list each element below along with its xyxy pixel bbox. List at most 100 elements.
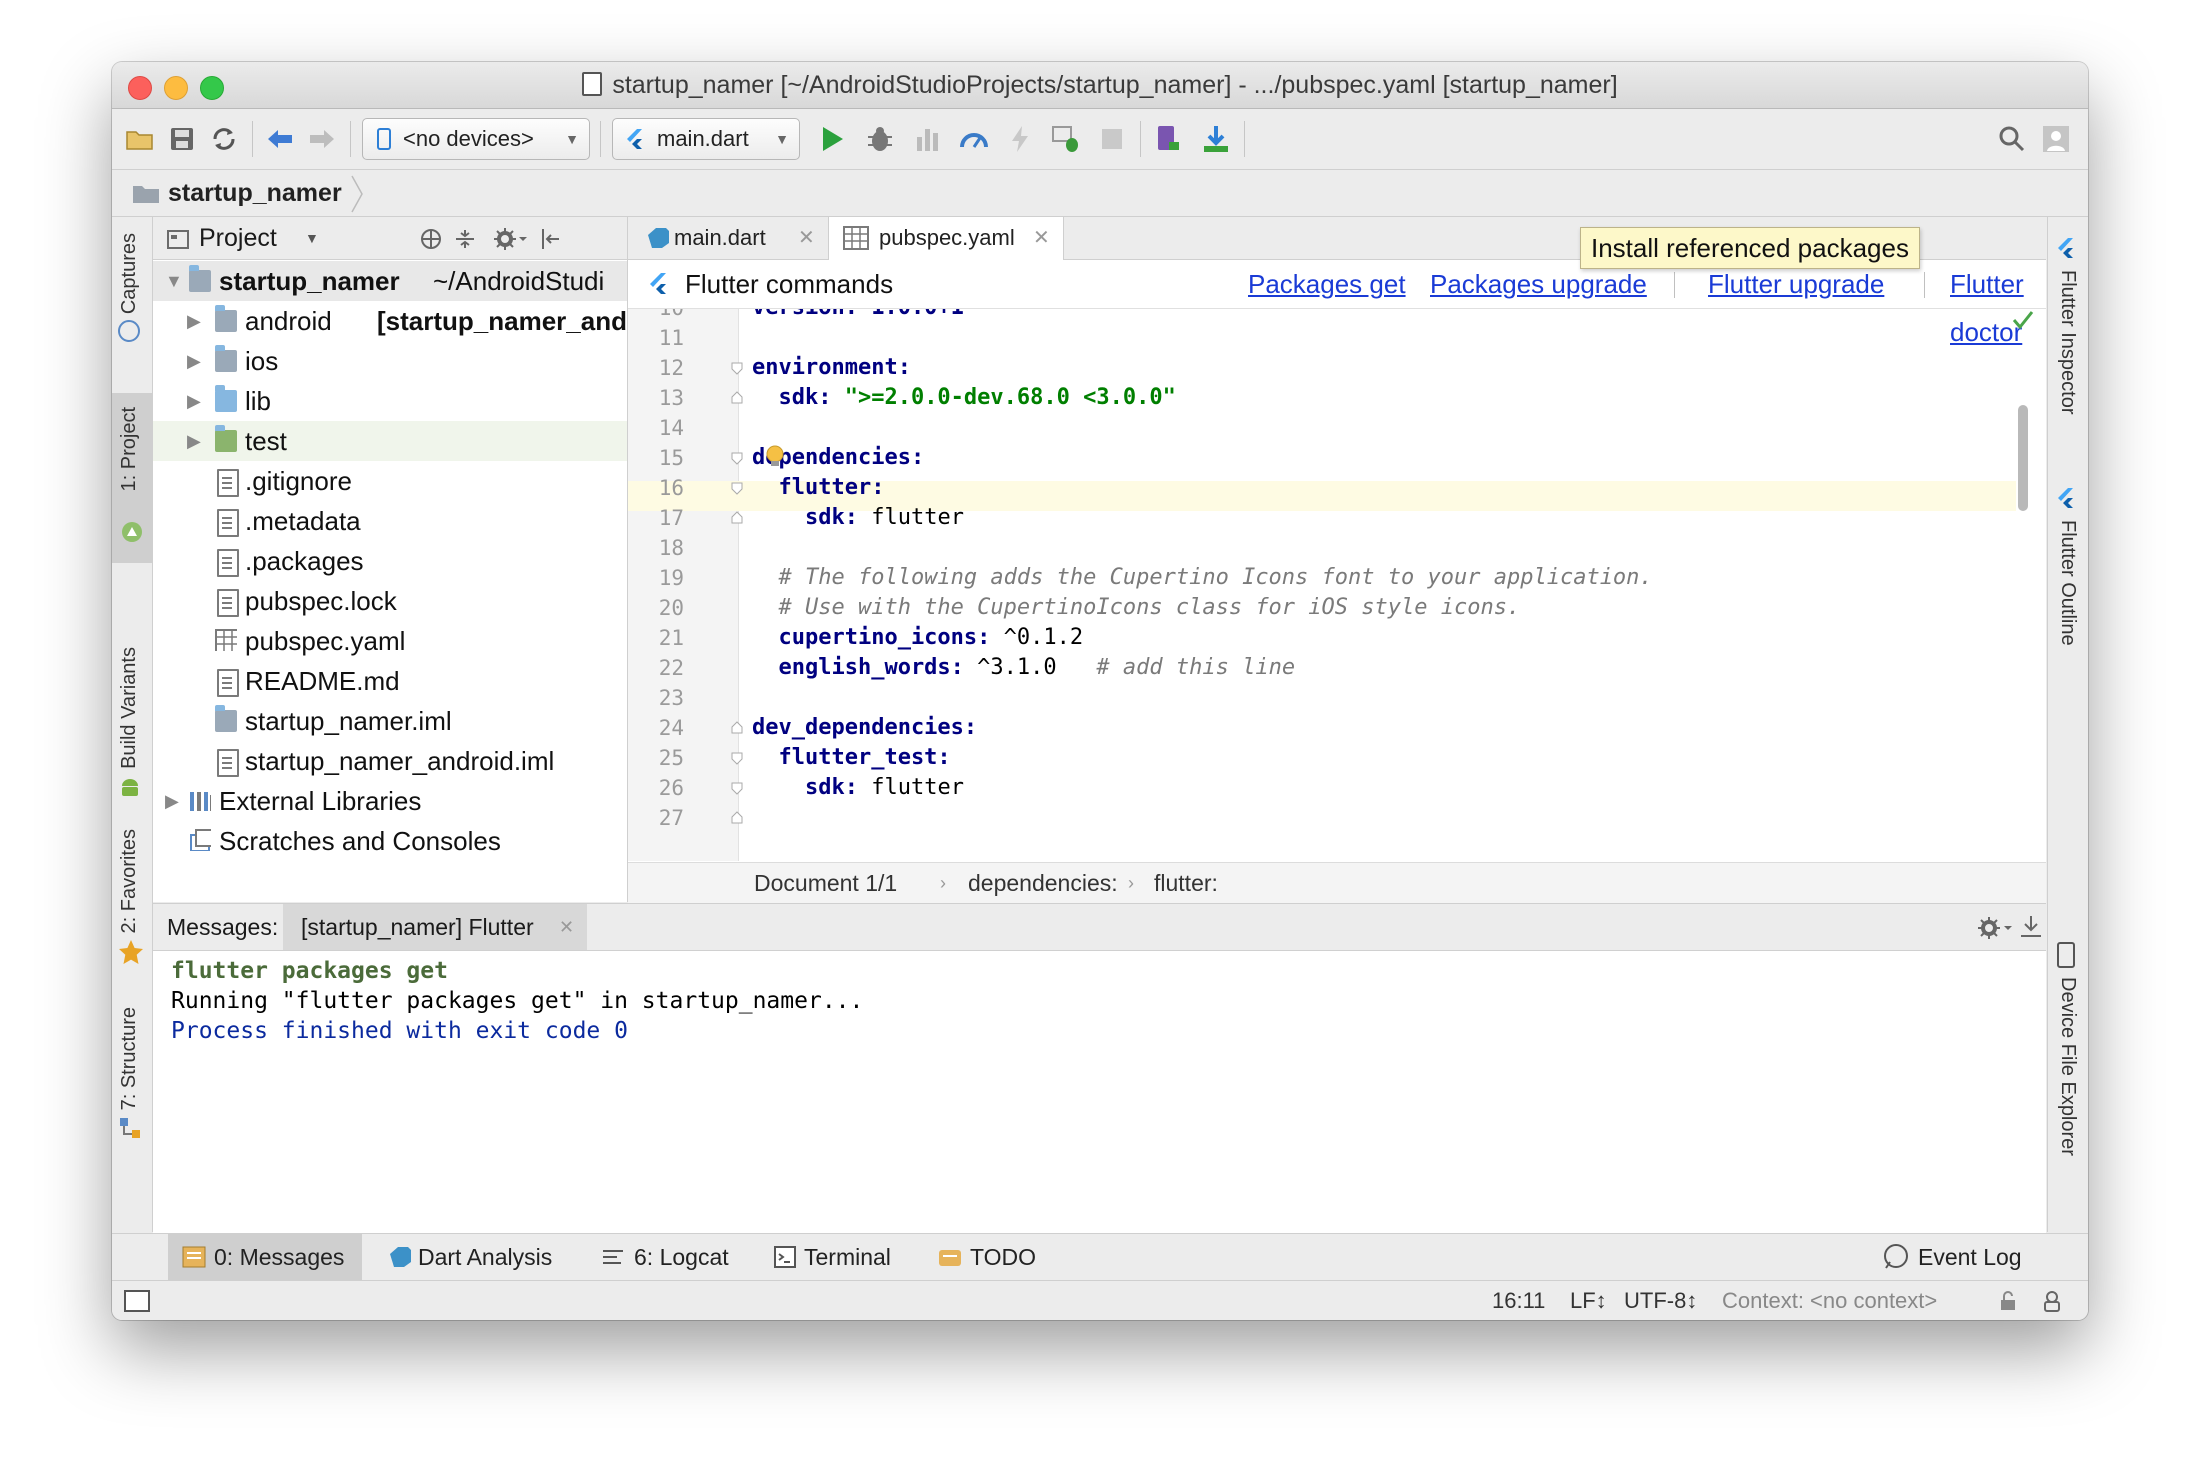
fold-icon[interactable] xyxy=(730,751,744,765)
attach-debugger-button[interactable] xyxy=(1046,119,1086,159)
hot-reload-button[interactable] xyxy=(1000,119,1040,159)
messages-tab[interactable]: [startup_namer] Flutter ✕ xyxy=(283,904,587,950)
tree-item-android-iml[interactable]: startup_namer_android.iml xyxy=(153,741,627,781)
encoding-select[interactable]: UTF-8↕ xyxy=(1624,1281,1697,1320)
collapse-all-icon[interactable] xyxy=(453,227,477,251)
source-folder-icon xyxy=(215,385,237,412)
avd-manager-button[interactable] xyxy=(1148,119,1188,159)
close-tab-icon[interactable]: ✕ xyxy=(559,904,574,950)
stop-button[interactable] xyxy=(1092,119,1132,159)
toggle-tool-windows-icon[interactable] xyxy=(124,1290,150,1312)
breadcrumb-project[interactable]: startup_namer xyxy=(168,170,342,216)
breadcrumb-document[interactable]: Document 1/1 xyxy=(754,863,897,903)
tree-item-pubspec-lock[interactable]: pubspec.lock xyxy=(153,581,627,621)
lightbulb-icon[interactable] xyxy=(764,445,786,469)
terminal-tool-tab[interactable]: Terminal xyxy=(774,1234,914,1280)
collapsed-arrow-icon[interactable]: ▶ xyxy=(187,341,201,381)
build-variants-tab[interactable]: Build Variants xyxy=(118,647,142,804)
device-file-explorer-tab[interactable]: Device File Explorer xyxy=(2056,942,2079,1156)
tree-item-startup-namer-iml[interactable]: startup_namer.iml xyxy=(153,701,627,741)
folder-icon xyxy=(215,345,237,372)
fold-end-icon[interactable] xyxy=(730,511,744,525)
sdk-manager-button[interactable] xyxy=(1196,119,1236,159)
fold-icon[interactable] xyxy=(730,361,744,375)
device-select[interactable]: <no devices> ▼ xyxy=(362,118,590,160)
hide-panel-icon[interactable] xyxy=(539,227,563,251)
profile-button[interactable] xyxy=(908,119,948,159)
collapsed-arrow-icon[interactable]: ▶ xyxy=(187,381,201,421)
library-icon xyxy=(190,792,211,811)
forward-button[interactable] xyxy=(302,119,342,159)
structure-tab[interactable]: 7: Structure xyxy=(118,1007,142,1145)
tree-item-gitignore[interactable]: .gitignore xyxy=(153,461,627,501)
bug-icon xyxy=(868,127,892,151)
project-view-select[interactable]: Project xyxy=(199,217,277,259)
flutter-doctor-link[interactable]: Flutter doctor xyxy=(1950,260,2046,347)
fold-icon[interactable] xyxy=(730,451,744,465)
captures-tab[interactable]: Captures xyxy=(118,233,141,343)
breadcrumb-dependencies[interactable]: dependencies: xyxy=(968,863,1118,903)
breadcrumb-flutter[interactable]: flutter: xyxy=(1154,863,1218,903)
account-button[interactable] xyxy=(2036,119,2076,159)
project-tab[interactable]: 1: Project xyxy=(112,393,152,563)
sync-button[interactable] xyxy=(204,119,244,159)
tree-item-ios[interactable]: ▶ ios xyxy=(153,341,627,381)
lock-icon[interactable] xyxy=(1998,1291,2018,1311)
flutter-outline-tab[interactable]: Flutter Outline xyxy=(2056,487,2079,646)
tree-item-lib[interactable]: ▶ lib xyxy=(153,381,627,421)
code-line-19: # The following adds the Cupertino Icons… xyxy=(752,563,1652,593)
collapsed-arrow-icon[interactable]: ▶ xyxy=(187,421,201,461)
tab-pubspec-yaml[interactable]: pubspec.yaml ✕ xyxy=(828,217,1064,260)
run-config-select[interactable]: main.dart ▼ xyxy=(612,118,800,160)
tree-item-scratches[interactable]: Scratches and Consoles xyxy=(153,821,627,861)
hide-panel-icon[interactable] xyxy=(2019,914,2043,940)
favorites-tab[interactable]: 2: Favorites xyxy=(118,829,144,970)
line-separator-select[interactable]: LF↕ xyxy=(1570,1281,1607,1320)
close-tab-icon[interactable]: ✕ xyxy=(1033,217,1050,259)
tab-main-dart[interactable]: main.dart ✕ xyxy=(634,217,824,259)
todo-tool-tab[interactable]: TODO xyxy=(938,1234,1048,1280)
collapsed-arrow-icon[interactable]: ▶ xyxy=(165,781,179,821)
caret-position[interactable]: 16:11 xyxy=(1492,1281,1545,1320)
fold-icon[interactable] xyxy=(730,481,744,495)
tree-item-pubspec-yaml[interactable]: pubspec.yaml xyxy=(153,621,627,661)
packages-get-link[interactable]: Packages get xyxy=(1248,260,1406,308)
inspector-hector-icon[interactable] xyxy=(2040,1289,2064,1313)
performance-button[interactable] xyxy=(954,119,994,159)
dart-analysis-tool-tab[interactable]: Dart Analysis xyxy=(388,1234,562,1280)
code-editor[interactable]: 10 11 12 13 14 15 16 17 18 19 20 21 22 2… xyxy=(628,309,2046,861)
event-log-tool-tab[interactable]: Event Log xyxy=(1882,1234,2042,1280)
tree-root[interactable]: ▼ startup_namer ~/AndroidStudi xyxy=(153,261,627,301)
close-tab-icon[interactable]: ✕ xyxy=(798,217,815,259)
collapsed-arrow-icon[interactable]: ▶ xyxy=(187,301,201,341)
fold-end-icon[interactable] xyxy=(730,721,744,735)
back-button[interactable] xyxy=(260,119,300,159)
gear-icon[interactable] xyxy=(493,227,527,251)
context-indicator[interactable]: Context: <no context> xyxy=(1722,1281,1937,1320)
scroll-from-source-icon[interactable] xyxy=(419,227,443,251)
search-everywhere-button[interactable] xyxy=(1992,119,2032,159)
messages-tool-tab[interactable]: 0: Messages xyxy=(168,1234,362,1280)
expanded-arrow-icon[interactable]: ▼ xyxy=(165,261,183,301)
vertical-scrollbar[interactable] xyxy=(2018,405,2028,511)
logcat-tool-tab[interactable]: 6: Logcat xyxy=(602,1234,742,1280)
messages-icon xyxy=(182,1246,206,1268)
fold-end-icon[interactable] xyxy=(730,391,744,405)
messages-tab-label: [startup_namer] Flutter xyxy=(301,914,534,940)
chevron-down-icon[interactable]: ▼ xyxy=(305,217,319,259)
tree-item-packages[interactable]: .packages xyxy=(153,541,627,581)
tree-item-external-libraries[interactable]: ▶ External Libraries xyxy=(153,781,627,821)
fold-icon[interactable] xyxy=(730,781,744,795)
tree-item-readme[interactable]: README.md xyxy=(153,661,627,701)
line-number: 17 xyxy=(658,506,684,530)
flutter-inspector-tab[interactable]: Flutter Inspector xyxy=(2056,237,2079,415)
tree-item-metadata[interactable]: .metadata xyxy=(153,501,627,541)
gear-icon[interactable] xyxy=(1977,916,2013,940)
fold-end-icon[interactable] xyxy=(730,811,744,825)
debug-button[interactable] xyxy=(860,119,900,159)
open-folder-button[interactable] xyxy=(120,119,160,159)
save-all-button[interactable] xyxy=(162,119,202,159)
run-button[interactable] xyxy=(812,119,852,159)
tree-item-test[interactable]: ▶ test xyxy=(153,421,627,461)
tree-item-android[interactable]: ▶ android [startup_namer_and xyxy=(153,301,627,341)
